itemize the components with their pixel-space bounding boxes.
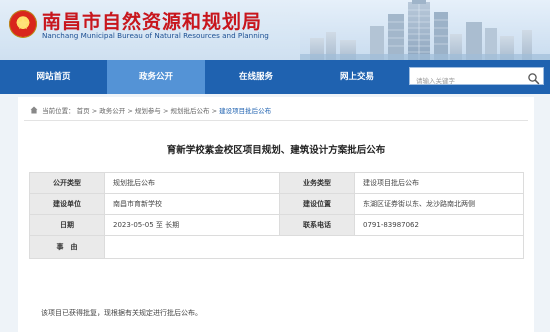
breadcrumb: 当前位置： 首页 > 政务公开 > 规划参与 > 规划批后公布 > 建设项目批后… — [30, 105, 271, 116]
unit-value: 南昌市育新学校 — [104, 193, 280, 215]
public-type-value: 规划批后公布 — [104, 172, 280, 194]
national-emblem-icon — [9, 10, 37, 38]
site-title: 南昌市自然资源和规划局 — [42, 11, 263, 33]
reason-label: 事 由 — [29, 235, 105, 259]
search-box — [409, 67, 544, 89]
phone-value: 0791-83987062 — [354, 214, 524, 236]
nav-item-government-affairs[interactable]: 政务公开 — [107, 60, 205, 94]
location-value: 东湖区证券街以东、龙沙路南北两侧 — [354, 193, 524, 215]
public-type-label: 公开类型 — [29, 172, 105, 194]
nav-item-online-services[interactable]: 在线服务 — [205, 60, 307, 94]
breadcrumb-item-planning-announcement[interactable]: 规划批后公布 — [170, 107, 209, 115]
nav-item-online-trading[interactable]: 网上交易 — [307, 60, 407, 94]
breadcrumb-item-current[interactable]: 建设项目批后公布 — [219, 107, 271, 115]
date-label: 日期 — [29, 214, 105, 236]
info-table: 公开类型 规划批后公布 业务类型 建设项目批后公布 建设单位 南昌市育新学校 建… — [29, 172, 524, 259]
business-type-value: 建设项目批后公布 — [354, 172, 524, 194]
breadcrumb-separator: > — [162, 107, 169, 115]
home-icon — [30, 106, 38, 116]
nav-item-home[interactable]: 网站首页 — [0, 60, 107, 94]
breadcrumb-separator: > — [127, 107, 133, 115]
page-title: 育新学校紫金校区项目规划、建筑设计方案批后公布 — [166, 145, 386, 156]
table-row: 公开类型 规划批后公布 业务类型 建设项目批后公布 — [29, 172, 524, 194]
breadcrumb-separator: > — [91, 107, 98, 115]
breadcrumb-prefix: 当前位置： — [42, 107, 75, 115]
breadcrumb-separator: > — [211, 107, 218, 115]
announcement-text: 该项目已获得批复，现根据有关规定进行批后公布。 — [41, 309, 202, 317]
unit-label: 建设单位 — [29, 193, 105, 215]
search-icon[interactable] — [527, 70, 540, 85]
search-input[interactable] — [410, 73, 524, 89]
phone-label: 联系电话 — [279, 214, 355, 236]
content-panel: 当前位置： 首页 > 政务公开 > 规划参与 > 规划批后公布 > 建设项目批后… — [18, 97, 534, 332]
table-row: 建设单位 南昌市育新学校 建设位置 东湖区证券街以东、龙沙路南北两侧 — [29, 193, 524, 215]
breadcrumb-divider — [24, 120, 528, 121]
table-row: 日期 2023-05-05 至 长期 联系电话 0791-83987062 — [29, 214, 524, 236]
site-subtitle: Nanchang Municipal Bureau of Natural Res… — [42, 31, 269, 40]
reason-value — [104, 235, 524, 259]
city-skyline-banner — [300, 0, 550, 60]
table-row: 事 由 — [29, 235, 524, 259]
breadcrumb-item-planning-participation[interactable]: 规划参与 — [135, 107, 161, 115]
business-type-label: 业务类型 — [279, 172, 355, 194]
date-value: 2023-05-05 至 长期 — [104, 214, 280, 236]
breadcrumb-item-government-affairs[interactable]: 政务公开 — [99, 107, 125, 115]
site-header: 南昌市自然资源和规划局 Nanchang Municipal Bureau of… — [0, 0, 550, 60]
location-label: 建设位置 — [279, 193, 355, 215]
breadcrumb-item-home[interactable]: 首页 — [77, 107, 90, 115]
